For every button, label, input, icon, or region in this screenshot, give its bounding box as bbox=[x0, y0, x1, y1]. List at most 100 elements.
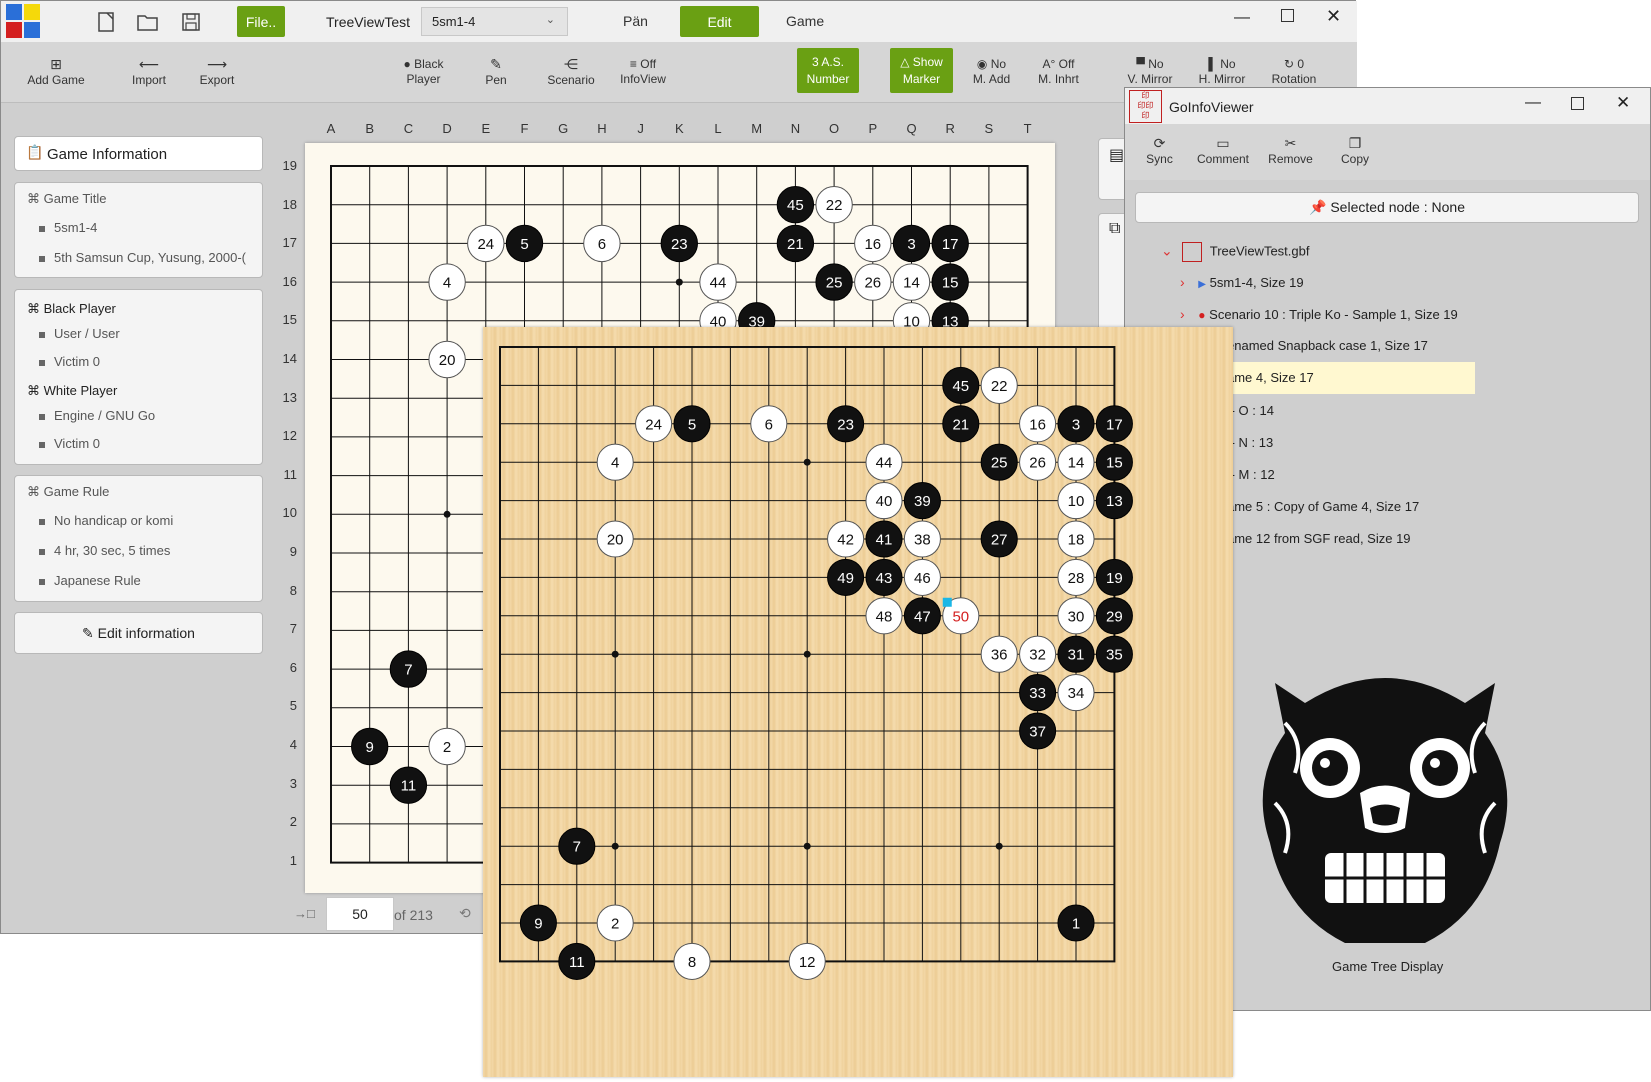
tree-node[interactable]: › ▶ 5sm1-4, Size 19 bbox=[1180, 274, 1304, 290]
black-stone[interactable]: 23 bbox=[660, 224, 698, 263]
black-stone[interactable]: 45 bbox=[776, 186, 815, 224]
marker-add-button[interactable]: ◉ No M. Add bbox=[964, 57, 1019, 87]
white-stone[interactable]: 14 bbox=[892, 263, 931, 301]
black-stone[interactable]: 35 bbox=[1095, 635, 1133, 673]
black-stone[interactable]: 31 bbox=[1057, 635, 1095, 673]
white-stone[interactable]: 42 bbox=[827, 520, 865, 558]
white-stone[interactable]: 26 bbox=[854, 263, 892, 301]
white-stone[interactable]: 32 bbox=[1019, 635, 1057, 673]
white-stone[interactable]: 44 bbox=[699, 263, 737, 301]
copy-button[interactable]: ❐ Copy bbox=[1330, 134, 1380, 167]
black-stone[interactable]: 7 bbox=[558, 827, 596, 865]
close-icon[interactable]: ✕ bbox=[1616, 93, 1630, 113]
black-stone[interactable]: 19 bbox=[1095, 558, 1133, 596]
white-stone[interactable]: 4 bbox=[596, 443, 634, 481]
add-game-button[interactable]: ⊞ Add Game bbox=[21, 55, 91, 88]
infoview-button[interactable]: ≡ Off InfoView bbox=[613, 57, 673, 87]
black-stone[interactable]: 9 bbox=[351, 727, 389, 766]
white-stone[interactable]: 16 bbox=[854, 224, 892, 263]
white-stone[interactable]: 28 bbox=[1057, 558, 1095, 596]
white-stone[interactable]: 44 bbox=[865, 443, 903, 481]
white-stone[interactable]: 24 bbox=[635, 405, 673, 443]
white-stone[interactable]: 22 bbox=[815, 186, 853, 224]
black-stone[interactable]: 41 bbox=[865, 520, 903, 558]
black-stone[interactable]: 27 bbox=[980, 520, 1018, 558]
comment-button[interactable]: ▭ Comment bbox=[1193, 134, 1253, 167]
import-button[interactable]: ⟵ Import bbox=[119, 55, 179, 88]
black-stone[interactable]: 15 bbox=[1095, 443, 1133, 481]
sync-button[interactable]: ⟳ Sync bbox=[1137, 134, 1182, 167]
minimize-icon[interactable]: — bbox=[1234, 9, 1250, 27]
rotation-button[interactable]: ↻ 0 Rotation bbox=[1263, 57, 1325, 87]
menu-game[interactable]: Game bbox=[786, 13, 824, 29]
white-stone[interactable]: 6 bbox=[583, 224, 621, 263]
white-stone[interactable]: 6 bbox=[750, 405, 788, 443]
edit-information-button[interactable]: ✎ Edit information bbox=[14, 612, 263, 654]
black-stone[interactable]: 23 bbox=[827, 405, 865, 443]
black-player-button[interactable]: ● Black Player bbox=[396, 57, 451, 87]
black-stone[interactable]: 9 bbox=[519, 904, 557, 942]
white-stone[interactable]: 38 bbox=[903, 520, 941, 558]
white-stone[interactable]: 50 bbox=[942, 597, 980, 635]
white-stone[interactable]: 22 bbox=[980, 366, 1018, 404]
white-stone[interactable]: 20 bbox=[428, 340, 466, 379]
marker-inherit-button[interactable]: A° Off M. Inhrt bbox=[1031, 57, 1086, 87]
white-stone[interactable]: 12 bbox=[788, 942, 826, 980]
black-stone[interactable]: 25 bbox=[980, 443, 1018, 481]
white-stone[interactable]: 24 bbox=[467, 224, 505, 263]
move-number-input[interactable]: 50 bbox=[326, 897, 394, 931]
black-stone[interactable]: 25 bbox=[815, 263, 853, 301]
black-stone[interactable]: 47 bbox=[903, 597, 941, 635]
v-mirror-button[interactable]: ▀ No V. Mirror bbox=[1119, 57, 1181, 87]
save-icon[interactable] bbox=[179, 10, 203, 34]
scenario-button[interactable]: ⋲ Scenario bbox=[541, 55, 601, 88]
black-stone[interactable]: 45 bbox=[942, 366, 980, 404]
black-stone[interactable]: 1 bbox=[1057, 904, 1095, 942]
tree-node[interactable]: › ● Scenario 10 : Triple Ko - Sample 1, … bbox=[1180, 306, 1458, 322]
maximize-icon[interactable] bbox=[1281, 9, 1294, 22]
white-stone[interactable]: 4 bbox=[428, 263, 466, 301]
game-combo[interactable]: 5sm1-4 ⌄ bbox=[421, 7, 568, 36]
white-stone[interactable]: 2 bbox=[428, 727, 466, 766]
file-button[interactable]: File.. bbox=[237, 6, 285, 37]
white-stone[interactable]: 10 bbox=[1057, 482, 1095, 520]
black-stone[interactable]: 7 bbox=[389, 650, 428, 688]
menu-pan[interactable]: Pän bbox=[623, 13, 648, 29]
tree-root[interactable]: ⌄ TreeViewTest.gbf bbox=[1161, 242, 1309, 262]
white-stone[interactable]: 8 bbox=[673, 942, 711, 980]
white-stone[interactable]: 30 bbox=[1057, 597, 1095, 635]
go-to-first-icon[interactable]: →□ bbox=[294, 906, 315, 921]
minimize-icon[interactable]: — bbox=[1525, 94, 1541, 112]
black-stone[interactable]: 3 bbox=[892, 224, 931, 263]
tree-node[interactable]: ame 12 from SGF read, Size 19 bbox=[1227, 531, 1411, 546]
export-button[interactable]: ⟶ Export bbox=[187, 55, 247, 88]
black-stone[interactable]: 37 bbox=[1019, 712, 1057, 750]
tree-node[interactable]: enamed Snapback case 1, Size 17 bbox=[1227, 338, 1428, 353]
black-stone[interactable]: 3 bbox=[1057, 405, 1095, 443]
tree-node[interactable]: ame 5 : Copy of Game 4, Size 17 bbox=[1227, 499, 1419, 514]
show-marker-button[interactable]: △ Show Marker bbox=[890, 48, 953, 93]
open-folder-icon[interactable] bbox=[136, 10, 160, 34]
white-stone[interactable]: 36 bbox=[980, 635, 1018, 673]
black-stone[interactable]: 15 bbox=[931, 263, 969, 301]
white-stone[interactable]: 48 bbox=[865, 597, 903, 635]
tree-node[interactable]: :- O : 14 bbox=[1227, 403, 1274, 418]
black-stone[interactable]: 33 bbox=[1019, 674, 1057, 712]
black-stone[interactable]: 17 bbox=[1095, 405, 1133, 443]
white-stone[interactable]: 26 bbox=[1019, 443, 1057, 481]
black-stone[interactable]: 29 bbox=[1095, 597, 1133, 635]
black-stone[interactable]: 39 bbox=[903, 482, 941, 520]
black-stone[interactable]: 11 bbox=[558, 942, 596, 980]
h-mirror-button[interactable]: ▌ No H. Mirror bbox=[1191, 57, 1253, 87]
white-stone[interactable]: 46 bbox=[903, 558, 941, 596]
white-stone[interactable]: 14 bbox=[1057, 443, 1095, 481]
new-file-icon[interactable] bbox=[94, 10, 118, 34]
tree-node[interactable]: ame 4, Size 17 bbox=[1227, 370, 1314, 385]
tree-node[interactable]: :- M : 12 bbox=[1227, 467, 1275, 482]
game-information-header[interactable]: 📋 Game Information bbox=[14, 136, 263, 171]
tree-node[interactable]: :- N : 13 bbox=[1227, 435, 1273, 450]
go-board-17[interactable]: 45 22 24 5 6 23 21 16 3 17 4 44 25 26 14 15 40 39 10 13 20 42… bbox=[483, 327, 1233, 1077]
maximize-icon[interactable] bbox=[1571, 97, 1584, 110]
menu-edit[interactable]: Edit bbox=[680, 6, 759, 37]
remove-button[interactable]: ✂ Remove bbox=[1263, 134, 1318, 167]
